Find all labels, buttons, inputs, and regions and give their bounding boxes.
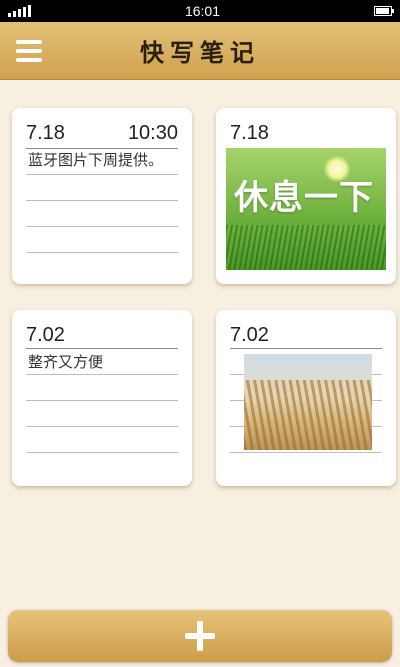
note-text: 蓝牙图片下周提供。 bbox=[28, 151, 164, 169]
note-date: 7.02 bbox=[230, 324, 269, 346]
status-bar: 16:01 bbox=[0, 0, 400, 22]
app-header: 快写笔记 bbox=[0, 22, 400, 80]
plus-icon bbox=[185, 621, 215, 651]
hamburger-menu-icon[interactable] bbox=[16, 40, 42, 62]
status-time: 16:01 bbox=[184, 3, 221, 19]
note-date: 7.18 bbox=[230, 122, 269, 144]
app-title: 快写笔记 bbox=[140, 38, 260, 67]
note-image-grass: 休息一下 bbox=[226, 148, 386, 270]
battery-icon bbox=[373, 6, 394, 16]
signal-icon bbox=[8, 5, 31, 17]
note-card[interactable]: 7.18 10:30 蓝牙图片下周提供。 bbox=[12, 108, 192, 284]
note-date: 7.02 bbox=[26, 324, 65, 346]
note-text: 整齐又方便 bbox=[28, 353, 104, 371]
note-card[interactable]: 7.02 bbox=[216, 310, 396, 486]
note-image-wheat bbox=[244, 354, 372, 450]
add-note-button[interactable] bbox=[8, 610, 392, 662]
note-time: 10:30 bbox=[127, 122, 178, 144]
note-card[interactable]: 7.02 整齐又方便 bbox=[12, 310, 192, 486]
image-caption: 休息一下 bbox=[234, 178, 374, 218]
note-card[interactable]: 7.18 休息一下 bbox=[216, 108, 396, 284]
note-date: 7.18 bbox=[26, 122, 65, 144]
